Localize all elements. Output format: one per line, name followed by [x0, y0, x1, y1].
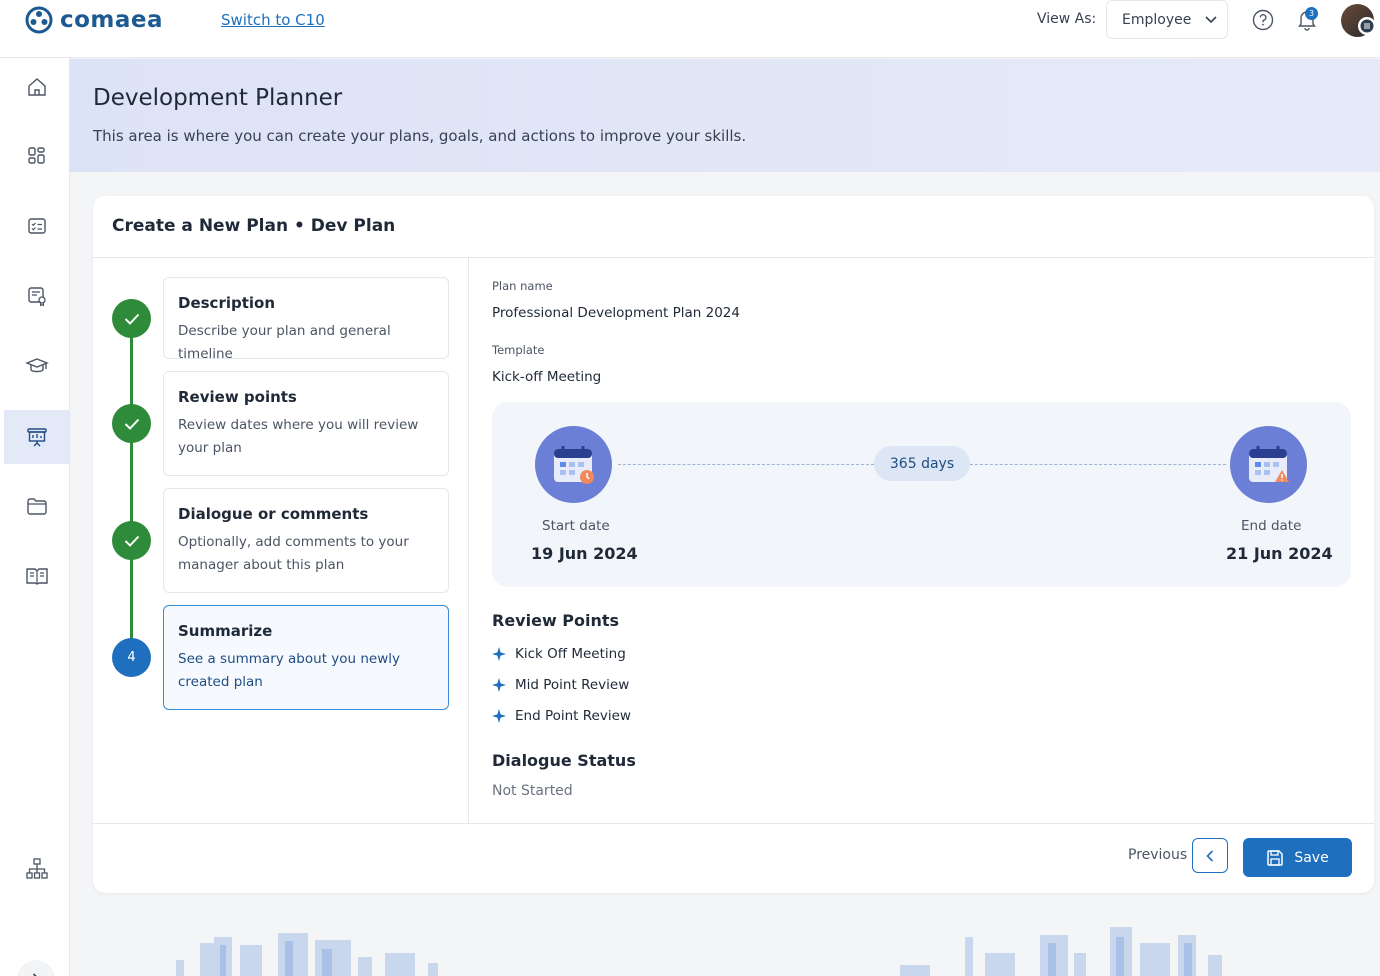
menu-icon[interactable]: [1358, 17, 1376, 35]
step-desc: Describe your plan and general timeline: [178, 323, 391, 362]
page-title: Development Planner: [93, 85, 343, 111]
help-icon[interactable]: [1252, 9, 1274, 31]
skyline-illustration-right: [900, 927, 1222, 976]
logo-text: comaea: [60, 7, 164, 33]
step-title: Review points: [178, 388, 297, 406]
divider: [93, 257, 1374, 258]
notification-badge: 3: [1305, 7, 1318, 20]
step-summarize[interactable]: Summarize See a summary about you newly …: [163, 605, 449, 710]
switch-link[interactable]: Switch to C10: [221, 11, 325, 29]
checklist-icon: [27, 218, 46, 234]
sidebar-item-org-chart[interactable]: [4, 842, 69, 896]
divider: [93, 823, 1374, 824]
certificate-icon: [27, 287, 46, 307]
dialogue-status-title: Dialogue Status: [492, 751, 636, 770]
sidebar-item-tasks[interactable]: [4, 199, 69, 253]
end-date-value: 21 Jun 2024: [1226, 544, 1333, 563]
template-value: Kick-off Meeting: [492, 369, 602, 385]
plan-card: Create a New Plan • Dev Plan Description…: [93, 196, 1374, 893]
logo-icon: [25, 6, 53, 34]
save-button[interactable]: Save: [1243, 838, 1352, 877]
view-as-select[interactable]: Employee: [1106, 0, 1228, 39]
sidebar-item-dashboard[interactable]: [4, 129, 69, 183]
step-description[interactable]: Description Describe your plan and gener…: [163, 277, 449, 362]
sidebar: [0, 58, 70, 976]
step-title: Summarize: [178, 622, 273, 640]
start-calendar-icon: [535, 426, 612, 503]
view-as-label: View As:: [1037, 11, 1097, 27]
template-label: Template: [492, 343, 545, 357]
review-point-label: Mid Point Review: [515, 677, 630, 693]
view-as-value: Employee: [1122, 11, 1192, 28]
sidebar-item-library[interactable]: [4, 549, 69, 603]
skyline-illustration-left: [176, 933, 438, 976]
step-dialogue[interactable]: Dialogue or comments Optionally, add com…: [163, 488, 449, 593]
open-book-icon: [25, 568, 48, 585]
sidebar-item-folders[interactable]: [4, 479, 69, 533]
logo[interactable]: comaea: [24, 5, 163, 35]
graduation-cap-icon: [24, 358, 49, 373]
step-desc: See a summary about you newly created pl…: [178, 651, 401, 690]
timeline-panel: 365 days Start date 19 Jun 2024 End date…: [492, 402, 1351, 587]
sparkle-icon: [492, 678, 506, 692]
sidebar-item-development-planner[interactable]: [4, 410, 69, 464]
step-title: Description: [178, 294, 276, 312]
step-review-points[interactable]: Review points Review dates where you wil…: [163, 371, 449, 476]
home-icon: [27, 78, 46, 96]
start-date-value: 19 Jun 2024: [531, 544, 638, 563]
review-point-item: Mid Point Review: [492, 677, 629, 693]
step-desc: Review dates where you will review your …: [178, 417, 419, 456]
previous-label: Previous: [1128, 847, 1188, 863]
step-4-number: 4: [112, 638, 151, 677]
review-point-item: Kick Off Meeting: [492, 646, 626, 662]
review-point-item: End Point Review: [492, 708, 631, 724]
stepper-line: [130, 318, 133, 658]
step-2-check-icon: [112, 404, 151, 443]
plan-name-label: Plan name: [492, 279, 553, 293]
end-date-label: End date: [1241, 518, 1302, 534]
chevron-down-icon: [1205, 15, 1217, 23]
sparkle-icon: [492, 709, 506, 723]
step-title: Dialogue or comments: [178, 505, 369, 523]
org-chart-icon: [25, 858, 48, 879]
presentation-board-icon: [26, 428, 47, 447]
timeline-dashed-line: [970, 464, 1226, 465]
review-points-title: Review Points: [492, 611, 620, 630]
page-banner: Development Planner This area is where y…: [70, 59, 1380, 172]
start-date-label: Start date: [542, 518, 610, 534]
top-bar: comaea Switch to C10 View As: Employee 3: [0, 0, 1380, 58]
chevron-left-icon: [1206, 849, 1214, 862]
page-subtitle: This area is where you can create your p…: [93, 127, 747, 145]
dashboard-icon: [27, 147, 45, 164]
review-point-label: End Point Review: [515, 708, 631, 724]
end-calendar-icon: [1230, 426, 1307, 503]
card-title: Create a New Plan • Dev Plan: [112, 216, 396, 236]
sidebar-item-learning[interactable]: [4, 339, 69, 393]
folder-icon: [26, 498, 47, 515]
sidebar-item-certificates[interactable]: [4, 269, 69, 323]
dialogue-status-value: Not Started: [492, 783, 573, 799]
timeline-dashed-line: [618, 464, 874, 465]
step-1-check-icon: [112, 299, 151, 338]
divider: [468, 258, 469, 823]
save-icon: [1267, 849, 1284, 866]
sidebar-expand-button[interactable]: [17, 960, 55, 976]
duration-pill: 365 days: [874, 446, 970, 481]
step-desc: Optionally, add comments to your manager…: [178, 534, 409, 573]
plan-name-value: Professional Development Plan 2024: [492, 305, 740, 321]
previous-button[interactable]: [1192, 838, 1228, 873]
save-label: Save: [1294, 849, 1329, 866]
review-point-label: Kick Off Meeting: [515, 646, 626, 662]
sidebar-item-home[interactable]: [4, 60, 69, 114]
sparkle-icon: [492, 647, 506, 661]
step-3-check-icon: [112, 521, 151, 560]
